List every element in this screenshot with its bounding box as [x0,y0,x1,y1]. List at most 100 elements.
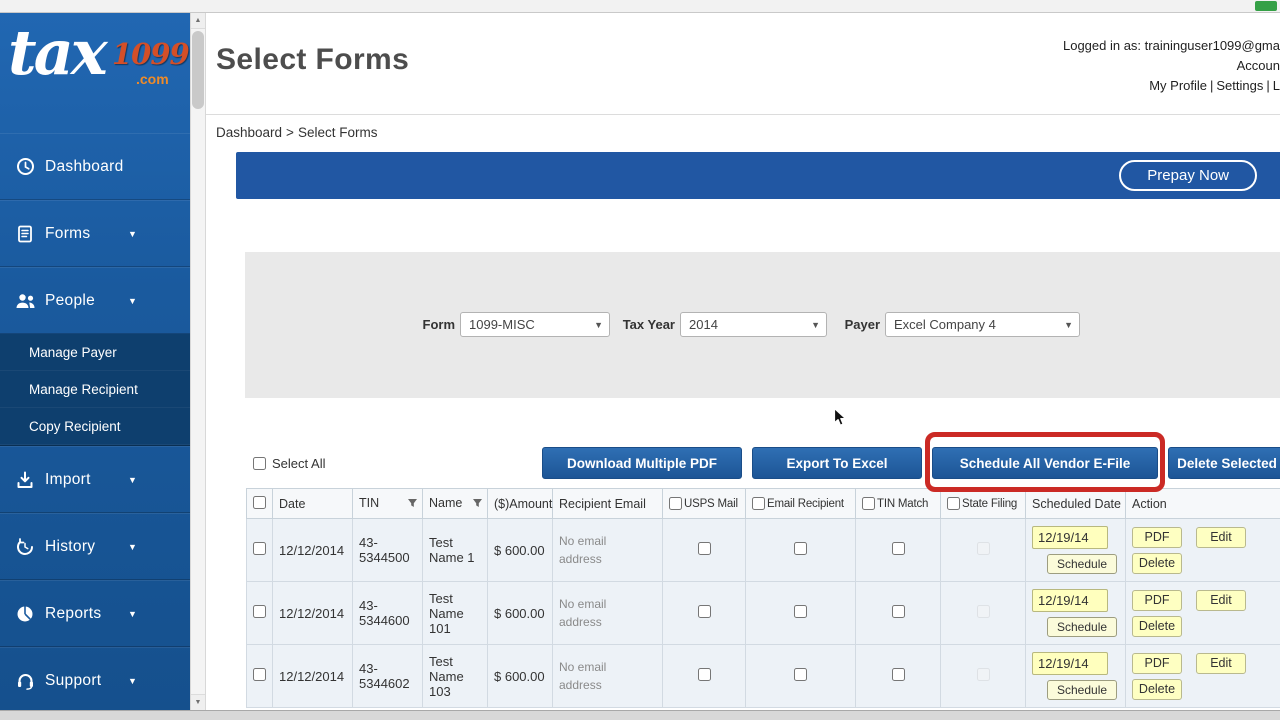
chevron-down-icon: ▼ [128,541,137,552]
select-all-label: Select All [272,456,326,471]
settings-link[interactable]: Settings [1216,78,1263,93]
edit-button[interactable]: Edit [1196,526,1246,548]
scheduled-date-cell: Schedule [1025,644,1126,708]
sidebar-item-label: People [45,291,96,309]
sidebar-item-history[interactable]: History ▼ [0,513,190,580]
scheduled-date-cell: Schedule [1025,581,1126,645]
chevron-down-icon: ▼ [128,675,137,686]
delete-button[interactable]: Delete [1132,678,1182,700]
email-recipient-checkbox[interactable] [794,668,807,681]
filter-funnel-icon[interactable] [407,498,418,512]
sidebar-item-manage-recipient[interactable]: Manage Recipient [0,371,190,408]
sidebar-item-copy-recipient[interactable]: Copy Recipient [0,408,190,445]
page-title: Select Forms [216,43,410,76]
state-filing-checkbox [976,542,990,555]
schedule-button[interactable]: Schedule [1047,554,1118,574]
sidebar-item-label: Import [45,470,91,488]
delete-button[interactable]: Delete [1132,552,1182,574]
pdf-button[interactable]: PDF [1132,652,1182,674]
schedule-all-vendor-efile-button[interactable]: Schedule All Vendor E-File [932,447,1158,479]
tin-match-checkbox[interactable] [891,668,905,681]
col-header-scheduled-date: Scheduled Date [1025,488,1126,519]
chevron-down-icon: ▼ [128,228,137,239]
scrollbar-thumb[interactable] [192,31,204,109]
col-header-name: Name [422,488,488,519]
table-row: 12/12/2014 43-5344500 Test Name 1 $ 600.… [246,518,1280,582]
delete-selected-button[interactable]: Delete Selected [1168,447,1280,479]
edit-button[interactable]: Edit [1196,589,1246,611]
recipient-email-cell: No email address [552,581,663,645]
tax1099-logo[interactable]: tax 1099 .com [0,13,190,113]
scheduled-date-input[interactable] [1032,589,1108,612]
prepay-now-button[interactable]: Prepay Now [1119,160,1257,191]
chevron-down-icon: ▼ [1064,320,1073,330]
scrollbar-down-arrow-icon[interactable]: ▼ [191,694,205,710]
link-separator: | [1266,78,1270,93]
forms-table: Date TIN Name ($)Amount Recipient Email … [246,488,1280,708]
scheduled-date-input[interactable] [1032,652,1108,675]
tin-match-header-checkbox[interactable] [862,497,875,510]
logo-word: tax [8,16,108,89]
sidebar-item-label: History [45,537,96,555]
state-filing-header-checkbox[interactable] [947,497,960,510]
scrollbar-up-arrow-icon[interactable]: ▲ [191,13,205,29]
sidebar-item-label: Reports [45,604,102,622]
my-profile-link[interactable]: My Profile [1149,78,1207,93]
schedule-button[interactable]: Schedule [1047,680,1118,700]
sidebar-item-manage-payer[interactable]: Manage Payer [0,334,190,371]
breadcrumb-current: Select Forms [297,125,378,140]
history-icon [14,537,36,557]
usps-mail-checkbox[interactable] [697,542,711,555]
export-to-excel-button[interactable]: Export To Excel [752,447,922,479]
breadcrumb: Dashboard > Select Forms [216,125,377,140]
pdf-button[interactable]: PDF [1132,526,1182,548]
email-recipient-checkbox[interactable] [794,605,807,618]
browser-extension-icon[interactable] [1255,1,1277,11]
name-cell: Test Name 1 [422,518,488,582]
table-header: Date TIN Name ($)Amount Recipient Email … [246,488,1280,519]
logo-domain: .com [136,71,169,87]
sidebar-item-support[interactable]: Support ▼ [0,647,190,714]
prepay-banner: Prepay Now [236,152,1280,199]
schedule-button[interactable]: Schedule [1047,617,1118,637]
recipient-email-cell: No email address [552,644,663,708]
email-recipient-header-checkbox[interactable] [752,497,765,510]
tax1099-select-forms-page: tax 1099 .com Dashboard Forms ▼ People ▼… [0,0,1280,720]
usps-mail-checkbox[interactable] [697,668,711,681]
col-header-tin: TIN [352,488,423,519]
usps-mail-header-checkbox[interactable] [669,497,682,510]
filter-funnel-icon[interactable] [472,498,483,512]
email-recipient-checkbox[interactable] [794,542,807,555]
name-cell: Test Name 103 [422,644,488,708]
account-link[interactable]: Accoun [1063,56,1280,76]
tin-match-checkbox[interactable] [891,605,905,618]
download-multiple-pdf-button[interactable]: Download Multiple PDF [542,447,742,479]
tax-year-filter-label: Tax Year [622,317,675,332]
sidebar-item-dashboard[interactable]: Dashboard [0,133,190,200]
sidebar-item-reports[interactable]: Reports ▼ [0,580,190,647]
sidebar-item-forms[interactable]: Forms ▼ [0,200,190,267]
row-checkbox[interactable] [253,542,266,555]
table-body: 12/12/2014 43-5344500 Test Name 1 $ 600.… [246,518,1280,708]
scheduled-date-input[interactable] [1032,526,1108,549]
logout-link[interactable]: L [1273,78,1280,93]
select-all-checkbox[interactable] [253,457,266,470]
pdf-button[interactable]: PDF [1132,589,1182,611]
edit-button[interactable]: Edit [1196,652,1246,674]
sidebar-menu: Dashboard Forms ▼ People ▼ Manage Payer [0,133,190,714]
content-scrollbar[interactable]: ▲ ▼ [190,13,206,710]
payer-select[interactable]: Excel Company 4 ▼ [885,312,1080,337]
breadcrumb-dashboard-link[interactable]: Dashboard [216,125,282,140]
sidebar-item-import[interactable]: Import ▼ [0,446,190,513]
recipient-email-cell: No email address [552,518,663,582]
delete-button[interactable]: Delete [1132,615,1182,637]
tin-match-checkbox[interactable] [891,542,905,555]
header-select-checkbox[interactable] [253,495,266,509]
usps-mail-checkbox[interactable] [697,605,711,618]
row-checkbox[interactable] [253,605,266,618]
select-all[interactable]: Select All [253,456,325,471]
sidebar-item-people[interactable]: People ▼ [0,267,190,334]
people-submenu: Manage Payer Manage Recipient Copy Recip… [0,334,190,446]
payer-filter-label: Payer [844,317,880,332]
row-checkbox[interactable] [253,668,266,681]
